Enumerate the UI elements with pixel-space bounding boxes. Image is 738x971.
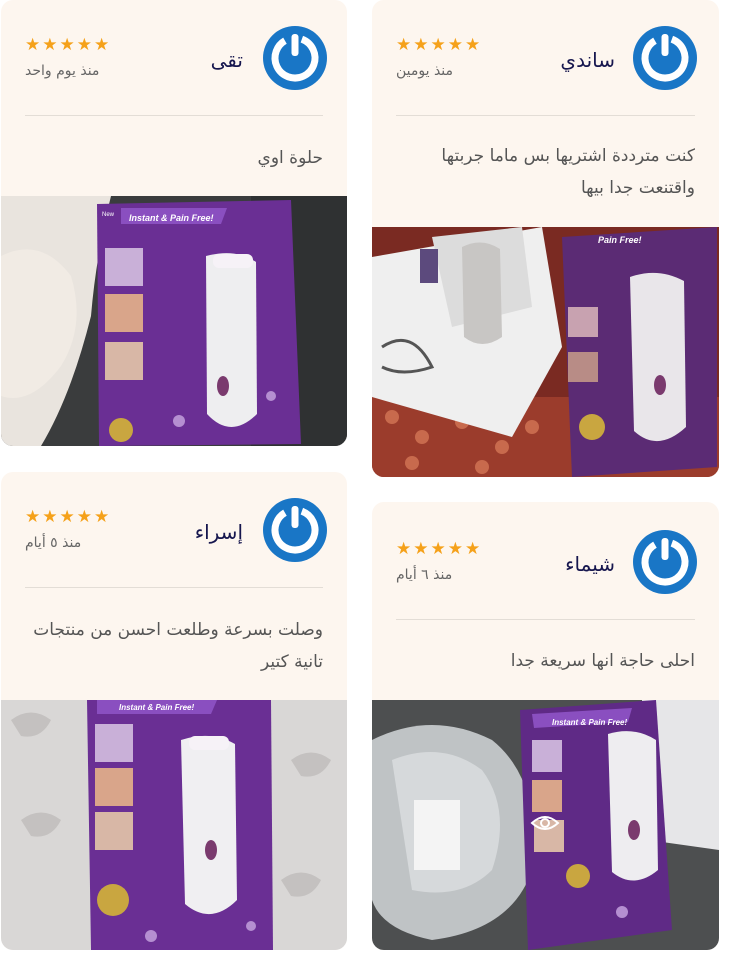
star-icon: ★ (59, 507, 75, 527)
review-time: منذ يومين (396, 63, 454, 79)
reviewer-name: شيماء (565, 552, 615, 576)
star-rating: ★ ★ ★ ★ ★ (25, 509, 109, 526)
review-photo[interactable]: Instant & Pain Free! (1, 700, 347, 950)
star-icon: ★ (430, 539, 446, 559)
divider (25, 587, 323, 588)
star-icon: ★ (42, 507, 58, 527)
svg-text:Pain Free!: Pain Free! (598, 235, 642, 245)
divider (396, 115, 695, 116)
reviewer-avatar (633, 530, 697, 594)
star-icon: ★ (25, 35, 41, 55)
box-headline: Instant & Pain Free! (129, 213, 214, 223)
divider (25, 115, 323, 116)
review-text: حلوة اوي (257, 148, 323, 168)
divider (396, 619, 695, 620)
star-icon: ★ (94, 35, 110, 55)
reviewer-avatar (633, 26, 697, 90)
review-photo[interactable]: Instant & Pain Free! (372, 700, 719, 950)
review-card-2: ساندي ★ ★ ★ ★ ★ منذ يومين كنت مترددة اشتريها… (372, 0, 719, 477)
star-icon: ★ (413, 539, 429, 559)
reviewer-avatar (263, 498, 327, 562)
star-rating: ★ ★ ★ ★ ★ (396, 37, 480, 54)
star-icon: ★ (396, 539, 412, 559)
star-icon: ★ (447, 539, 463, 559)
star-icon: ★ (42, 35, 58, 55)
power-icon (271, 506, 319, 554)
star-icon: ★ (25, 507, 41, 527)
power-icon (641, 34, 689, 82)
review-card-4: شيماء ★ ★ ★ ★ ★ منذ ٦ أيام احلى حاجة انها سر… (372, 502, 719, 950)
star-rating: ★ ★ ★ ★ ★ (396, 541, 480, 558)
review-card-3: إسراء ★ ★ ★ ★ ★ منذ ٥ أيام وصلت بسرعة وطلعت … (1, 472, 347, 950)
star-icon: ★ (447, 35, 463, 55)
star-icon: ★ (465, 35, 481, 55)
star-icon: ★ (430, 35, 446, 55)
star-icon: ★ (413, 35, 429, 55)
power-icon (641, 538, 689, 586)
star-icon: ★ (396, 35, 412, 55)
star-rating: ★ ★ ★ ★ ★ (25, 37, 109, 54)
star-icon: ★ (59, 35, 75, 55)
review-photo[interactable]: Pain Free! (372, 227, 719, 477)
eye-icon[interactable] (530, 813, 560, 833)
review-time: منذ ٥ أيام (25, 535, 82, 551)
svg-text:Instant & Pain Free!: Instant & Pain Free! (119, 703, 194, 712)
power-icon (271, 34, 319, 82)
reviewer-name: ساندي (560, 48, 615, 72)
review-text: احلى حاجة انها سريعة جدا (510, 651, 695, 671)
review-time: منذ يوم واحد (25, 63, 100, 79)
reviewer-name: إسراء (194, 520, 243, 544)
star-icon: ★ (76, 35, 92, 55)
star-icon: ★ (94, 507, 110, 527)
review-time: منذ ٦ أيام (396, 567, 453, 583)
review-text: وصلت بسرعة وطلعت احسن من منتجات تانية كت… (33, 620, 323, 672)
reviewer-avatar (263, 26, 327, 90)
reviewer-name: تقى (210, 48, 243, 72)
star-icon: ★ (76, 507, 92, 527)
box-brand-tag: New (102, 212, 115, 218)
review-card-1: تقى ★ ★ ★ ★ ★ منذ يوم واحد حلوة اوي Instant … (1, 0, 347, 446)
svg-text:Instant & Pain Free!: Instant & Pain Free! (552, 718, 627, 727)
review-photo[interactable]: Instant & Pain Free! New (1, 196, 347, 446)
star-icon: ★ (465, 539, 481, 559)
review-text: كنت مترددة اشتريها بس ماما جربتها واقتنع… (441, 146, 695, 198)
